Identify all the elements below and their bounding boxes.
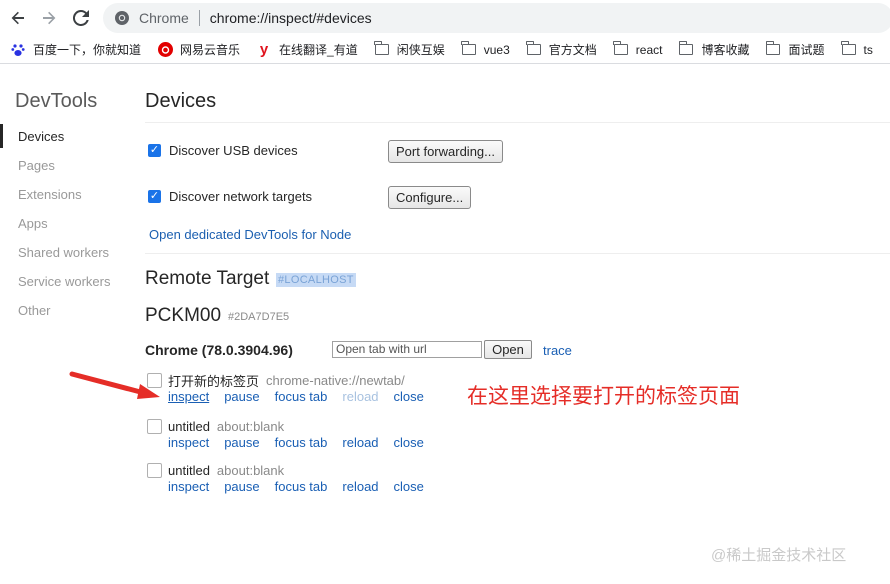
focus-tab-link[interactable]: focus tab [275, 479, 328, 494]
watermark: @稀土掘金技术社区 [711, 547, 847, 564]
forward-arrow-icon[interactable] [37, 6, 61, 30]
target-url: about:blank [216, 418, 285, 434]
site-name: Chrome [139, 10, 189, 26]
sidebar-item-pages[interactable]: Pages [0, 151, 125, 180]
annotation-text: 在这里选择要打开的标签页面 [467, 385, 740, 408]
discover-usb-checkbox[interactable]: ✓ [148, 144, 161, 157]
device-id: #2DA7D7E5 [228, 311, 290, 323]
reload-icon[interactable] [69, 6, 93, 30]
url-text[interactable]: chrome://inspect/#devices [210, 10, 372, 26]
port-forwarding-button[interactable]: Port forwarding... [388, 140, 503, 163]
pause-link[interactable]: pause [224, 389, 259, 404]
target-url: chrome-native://newtab/ [266, 372, 405, 388]
device-name: PCKM00 [145, 305, 222, 326]
folder-icon [374, 41, 390, 58]
focus-tab-link[interactable]: focus tab [275, 389, 328, 404]
remote-target-title: Remote Target [145, 268, 270, 289]
bookmark-label: 博客收藏 [701, 43, 750, 57]
configure-button[interactable]: Configure... [388, 186, 472, 209]
youdao-icon: y [259, 41, 269, 58]
omnibox-divider [198, 10, 200, 26]
sidebar-item-apps[interactable]: Apps [0, 209, 125, 238]
bookmark-label: 官方文档 [548, 43, 597, 57]
bookmark-label: vue3 [483, 42, 510, 57]
sidebar-item-devices[interactable]: Devices [0, 122, 125, 151]
netease-music-icon [157, 42, 173, 58]
devtools-title: DevTools [15, 90, 98, 112]
bookmark-folder[interactable]: 面试题 [765, 41, 825, 58]
folder-icon [526, 41, 542, 58]
section-divider [145, 253, 890, 254]
bookmark-folder[interactable]: react [613, 41, 663, 58]
sidebar-item-extensions[interactable]: Extensions [0, 180, 125, 209]
target-item: untitled about:blank inspect pause focus… [147, 418, 439, 450]
baidu-paw-icon [10, 42, 26, 58]
target-url: about:blank [216, 462, 285, 478]
browser-version-label: Chrome (78.0.3904.96) [145, 342, 293, 358]
trace-link[interactable]: trace [543, 343, 572, 358]
target-checkbox[interactable] [147, 418, 162, 434]
target-item: untitled about:blank inspect pause focus… [147, 462, 439, 494]
inspect-link[interactable]: inspect [168, 435, 209, 450]
close-link[interactable]: close [394, 435, 424, 450]
bookmarks-bar: 百度一下，你就知道 网易云音乐 y 在线翻译_有道 闲侠互娱 vue3 官方文档… [0, 36, 890, 64]
open-node-devtools-link[interactable]: Open dedicated DevTools for Node [149, 227, 351, 242]
bookmark-label: 闲侠互娱 [396, 43, 445, 57]
focus-tab-link[interactable]: focus tab [275, 435, 328, 450]
inspect-link[interactable]: inspect [168, 479, 209, 494]
pause-link[interactable]: pause [224, 479, 259, 494]
reload-link[interactable]: reload [342, 389, 378, 404]
bookmark-folder[interactable]: vue3 [461, 41, 510, 58]
folder-icon [613, 41, 629, 58]
localhost-tag: #LOCALHOST [276, 273, 356, 287]
back-arrow-icon[interactable] [6, 6, 30, 30]
bookmark-folder[interactable]: ts [841, 41, 873, 58]
target-title: 打开新的标签页 [168, 373, 260, 389]
sidebar-item-other[interactable]: Other [0, 296, 125, 325]
bookmark-label: 百度一下，你就知道 [33, 43, 142, 57]
bookmark-netease[interactable]: 网易云音乐 [157, 41, 240, 58]
open-button[interactable]: Open [484, 340, 532, 359]
pause-link[interactable]: pause [224, 435, 259, 450]
discover-network-checkbox[interactable]: ✓ [148, 190, 161, 203]
reload-link[interactable]: reload [342, 479, 378, 494]
bookmark-baidu[interactable]: 百度一下，你就知道 [10, 41, 141, 58]
discover-network-row: ✓ Discover network targets [148, 189, 312, 204]
sidebar-item-shared-workers[interactable]: Shared workers [0, 238, 125, 267]
bookmark-folder[interactable]: 官方文档 [526, 41, 597, 58]
discover-usb-row: ✓ Discover USB devices [148, 143, 298, 158]
bookmark-label: react [635, 42, 663, 57]
address-bar[interactable]: Chrome chrome://inspect/#devices [103, 3, 890, 33]
folder-icon [841, 41, 857, 58]
sidebar-item-service-workers[interactable]: Service workers [0, 267, 125, 296]
sidebar-nav: Devices Pages Extensions Apps Shared wor… [0, 122, 125, 325]
bookmark-folder[interactable]: 博客收藏 [678, 41, 749, 58]
bookmark-label: ts [863, 42, 873, 57]
target-title: untitled [168, 418, 210, 434]
bookmark-label: 在线翻译_有道 [279, 43, 358, 57]
page-title: Devices [145, 90, 217, 112]
folder-icon [765, 41, 781, 58]
bookmark-label: 面试题 [788, 43, 825, 57]
open-tab-url-input[interactable]: Open tab with url [332, 341, 482, 358]
browser-toolbar: Chrome chrome://inspect/#devices [0, 0, 890, 36]
discover-network-label: Discover network targets [169, 189, 313, 204]
bookmark-label: 网易云音乐 [180, 43, 241, 57]
target-checkbox[interactable] [147, 462, 162, 478]
target-item: 打开新的标签页 chrome-native://newtab/ inspect … [147, 372, 439, 404]
bookmark-youdao[interactable]: y 在线翻译_有道 [256, 41, 358, 58]
chrome-site-icon [115, 11, 129, 25]
target-title: untitled [168, 462, 210, 478]
discover-usb-label: Discover USB devices [169, 143, 298, 158]
reload-link[interactable]: reload [342, 435, 378, 450]
red-arrow-icon [69, 371, 160, 399]
close-link[interactable]: close [394, 479, 424, 494]
title-divider [145, 122, 890, 123]
folder-icon [678, 41, 694, 58]
bookmark-folder[interactable]: 闲侠互娱 [374, 41, 445, 58]
folder-icon [461, 41, 477, 58]
inspect-link[interactable]: inspect [168, 389, 209, 404]
close-link[interactable]: close [394, 389, 424, 404]
